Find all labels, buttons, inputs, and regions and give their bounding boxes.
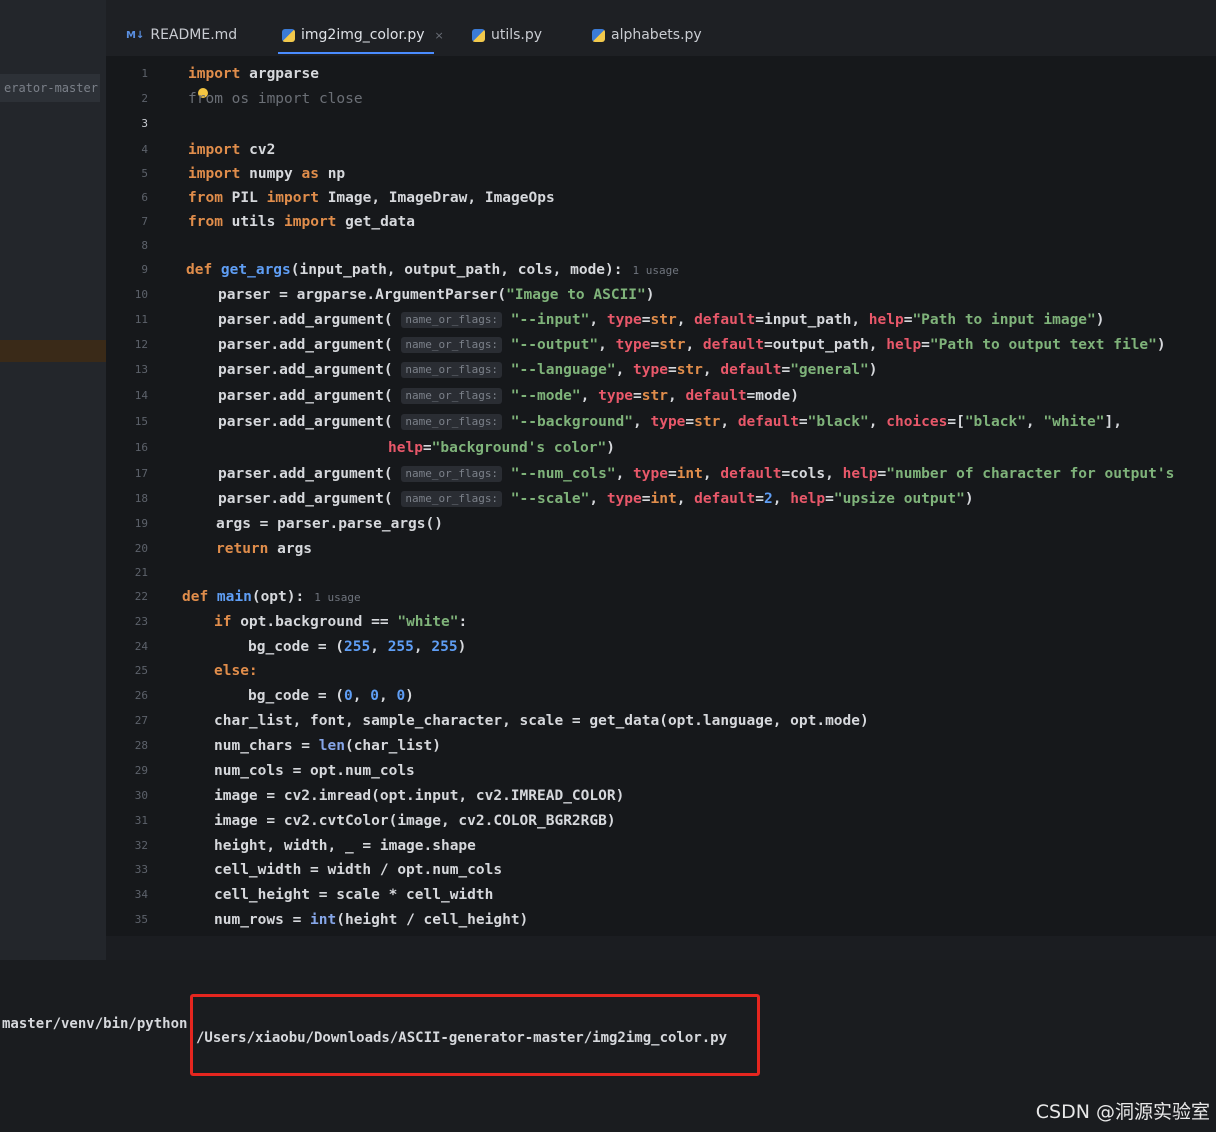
line-number: 31	[134, 814, 148, 827]
code-line: parser.add_argument( name_or_flags: "--m…	[218, 388, 799, 404]
python-icon	[282, 28, 295, 42]
code-line: import argparse	[188, 66, 319, 82]
line-number: 26	[134, 689, 148, 702]
code-line: from PIL import Image, ImageDraw, ImageO…	[188, 190, 555, 206]
tab-label: README.md	[150, 27, 238, 43]
line-number: 10	[134, 288, 148, 301]
line-number: 12	[134, 338, 148, 351]
line-number: 20	[134, 542, 148, 555]
project-panel: erator-master	[0, 0, 106, 960]
line-number: 4	[141, 143, 148, 156]
line-number: 9	[141, 263, 148, 276]
code-line: else:	[214, 663, 258, 679]
line-number: 23	[134, 615, 148, 628]
line-number: 21	[134, 566, 148, 579]
tab-alphabets[interactable]: alphabets.py	[592, 20, 702, 50]
code-line: def get_args(input_path, output_path, co…	[186, 262, 679, 278]
code-line: def main(opt): 1 usage	[182, 589, 361, 605]
code-line: import numpy as np	[188, 166, 346, 182]
line-number: 25	[134, 664, 148, 677]
line-number: 3	[141, 117, 148, 130]
code-line: bg_code = (0, 0, 0)	[248, 688, 414, 704]
param-hint: name_or_flags:	[401, 337, 503, 353]
code-line: char_list, font, sample_character, scale…	[214, 713, 869, 729]
code-line: parser.add_argument( name_or_flags: "--l…	[218, 362, 878, 378]
code-line: from utils import get_data	[188, 214, 415, 230]
watermark: CSDN @洞源实验室	[1035, 1101, 1210, 1123]
code-line: num_rows = int(height / cell_height)	[214, 912, 529, 928]
code-line: parser.add_argument( name_or_flags: "--b…	[218, 414, 1122, 430]
param-hint: name_or_flags:	[401, 414, 503, 430]
line-number: 29	[134, 764, 148, 777]
line-number: 33	[134, 863, 148, 876]
editor-tab-bar: M↓ README.md img2img_color.py × utils.py…	[106, 0, 1216, 56]
line-number: 17	[134, 467, 148, 480]
line-number: 6	[141, 191, 148, 204]
line-number: 34	[134, 888, 148, 901]
line-number: 18	[134, 492, 148, 505]
line-number: 32	[134, 839, 148, 852]
code-line: parser = argparse.ArgumentParser("Image …	[218, 287, 655, 303]
project-selected-row[interactable]	[0, 340, 106, 362]
tab-img2img-color[interactable]: img2img_color.py ×	[278, 20, 444, 54]
tab-readme[interactable]: M↓ README.md	[126, 20, 237, 50]
python-interpreter-path: master/venv/bin/python	[2, 1016, 188, 1032]
python-icon	[472, 28, 485, 42]
line-number: 30	[134, 789, 148, 802]
line-number: 24	[134, 640, 148, 653]
code-line: if opt.background == "white":	[214, 614, 468, 630]
line-number: 28	[134, 739, 148, 752]
code-line: import cv2	[188, 142, 276, 158]
code-line: bg_code = (255, 255, 255)	[248, 639, 467, 655]
line-number: 14	[134, 389, 148, 402]
param-hint: name_or_flags:	[401, 388, 503, 404]
python-icon	[592, 28, 605, 42]
code-line: image = cv2.cvtColor(image, cv2.COLOR_BG…	[214, 813, 616, 829]
code-line: cell_height = scale * cell_width	[214, 887, 494, 903]
code-line: image = cv2.imread(opt.input, cv2.IMREAD…	[214, 788, 625, 804]
line-number: 7	[141, 215, 148, 228]
code-line: help="background's color")	[388, 440, 615, 456]
line-number: 11	[134, 313, 148, 326]
line-number: 8	[141, 239, 148, 252]
tab-label: alphabets.py	[611, 27, 702, 43]
param-hint: name_or_flags:	[401, 362, 503, 378]
line-number: 19	[134, 517, 148, 530]
code-line: return args	[216, 541, 313, 557]
code-line: parser.add_argument( name_or_flags: "--s…	[218, 491, 974, 507]
code-line: from os import close	[188, 91, 363, 107]
code-line: parser.add_argument( name_or_flags: "--o…	[218, 337, 1166, 353]
code-line: num_chars = len(char_list)	[214, 738, 441, 754]
project-root-item[interactable]: erator-master	[0, 74, 100, 102]
param-hint: name_or_flags:	[401, 466, 503, 482]
line-number: 16	[134, 441, 148, 454]
line-number: 2	[141, 92, 148, 105]
tab-utils[interactable]: utils.py	[472, 20, 542, 50]
tab-label: utils.py	[491, 27, 543, 43]
code-line: parser.add_argument( name_or_flags: "--i…	[218, 312, 1105, 328]
line-number: 15	[134, 415, 148, 428]
code-line: height, width, _ = image.shape	[214, 838, 476, 854]
line-number: 35	[134, 913, 148, 926]
param-hint: name_or_flags:	[401, 491, 503, 507]
code-line: args = parser.parse_args()	[216, 516, 443, 532]
line-number: 1	[141, 67, 148, 80]
line-number: 13	[134, 363, 148, 376]
code-line: num_cols = opt.num_cols	[214, 763, 415, 779]
code-line: cell_width = width / opt.num_cols	[214, 862, 503, 878]
highlight-box	[190, 994, 760, 1076]
close-icon[interactable]: ×	[435, 29, 444, 42]
tab-label: img2img_color.py	[301, 27, 425, 43]
line-number: 27	[134, 714, 148, 727]
line-number: 22	[134, 590, 148, 603]
markdown-icon: M↓	[126, 29, 145, 41]
line-number: 5	[141, 167, 148, 180]
param-hint: name_or_flags:	[401, 312, 503, 328]
code-line: parser.add_argument( name_or_flags: "--n…	[218, 466, 1175, 482]
